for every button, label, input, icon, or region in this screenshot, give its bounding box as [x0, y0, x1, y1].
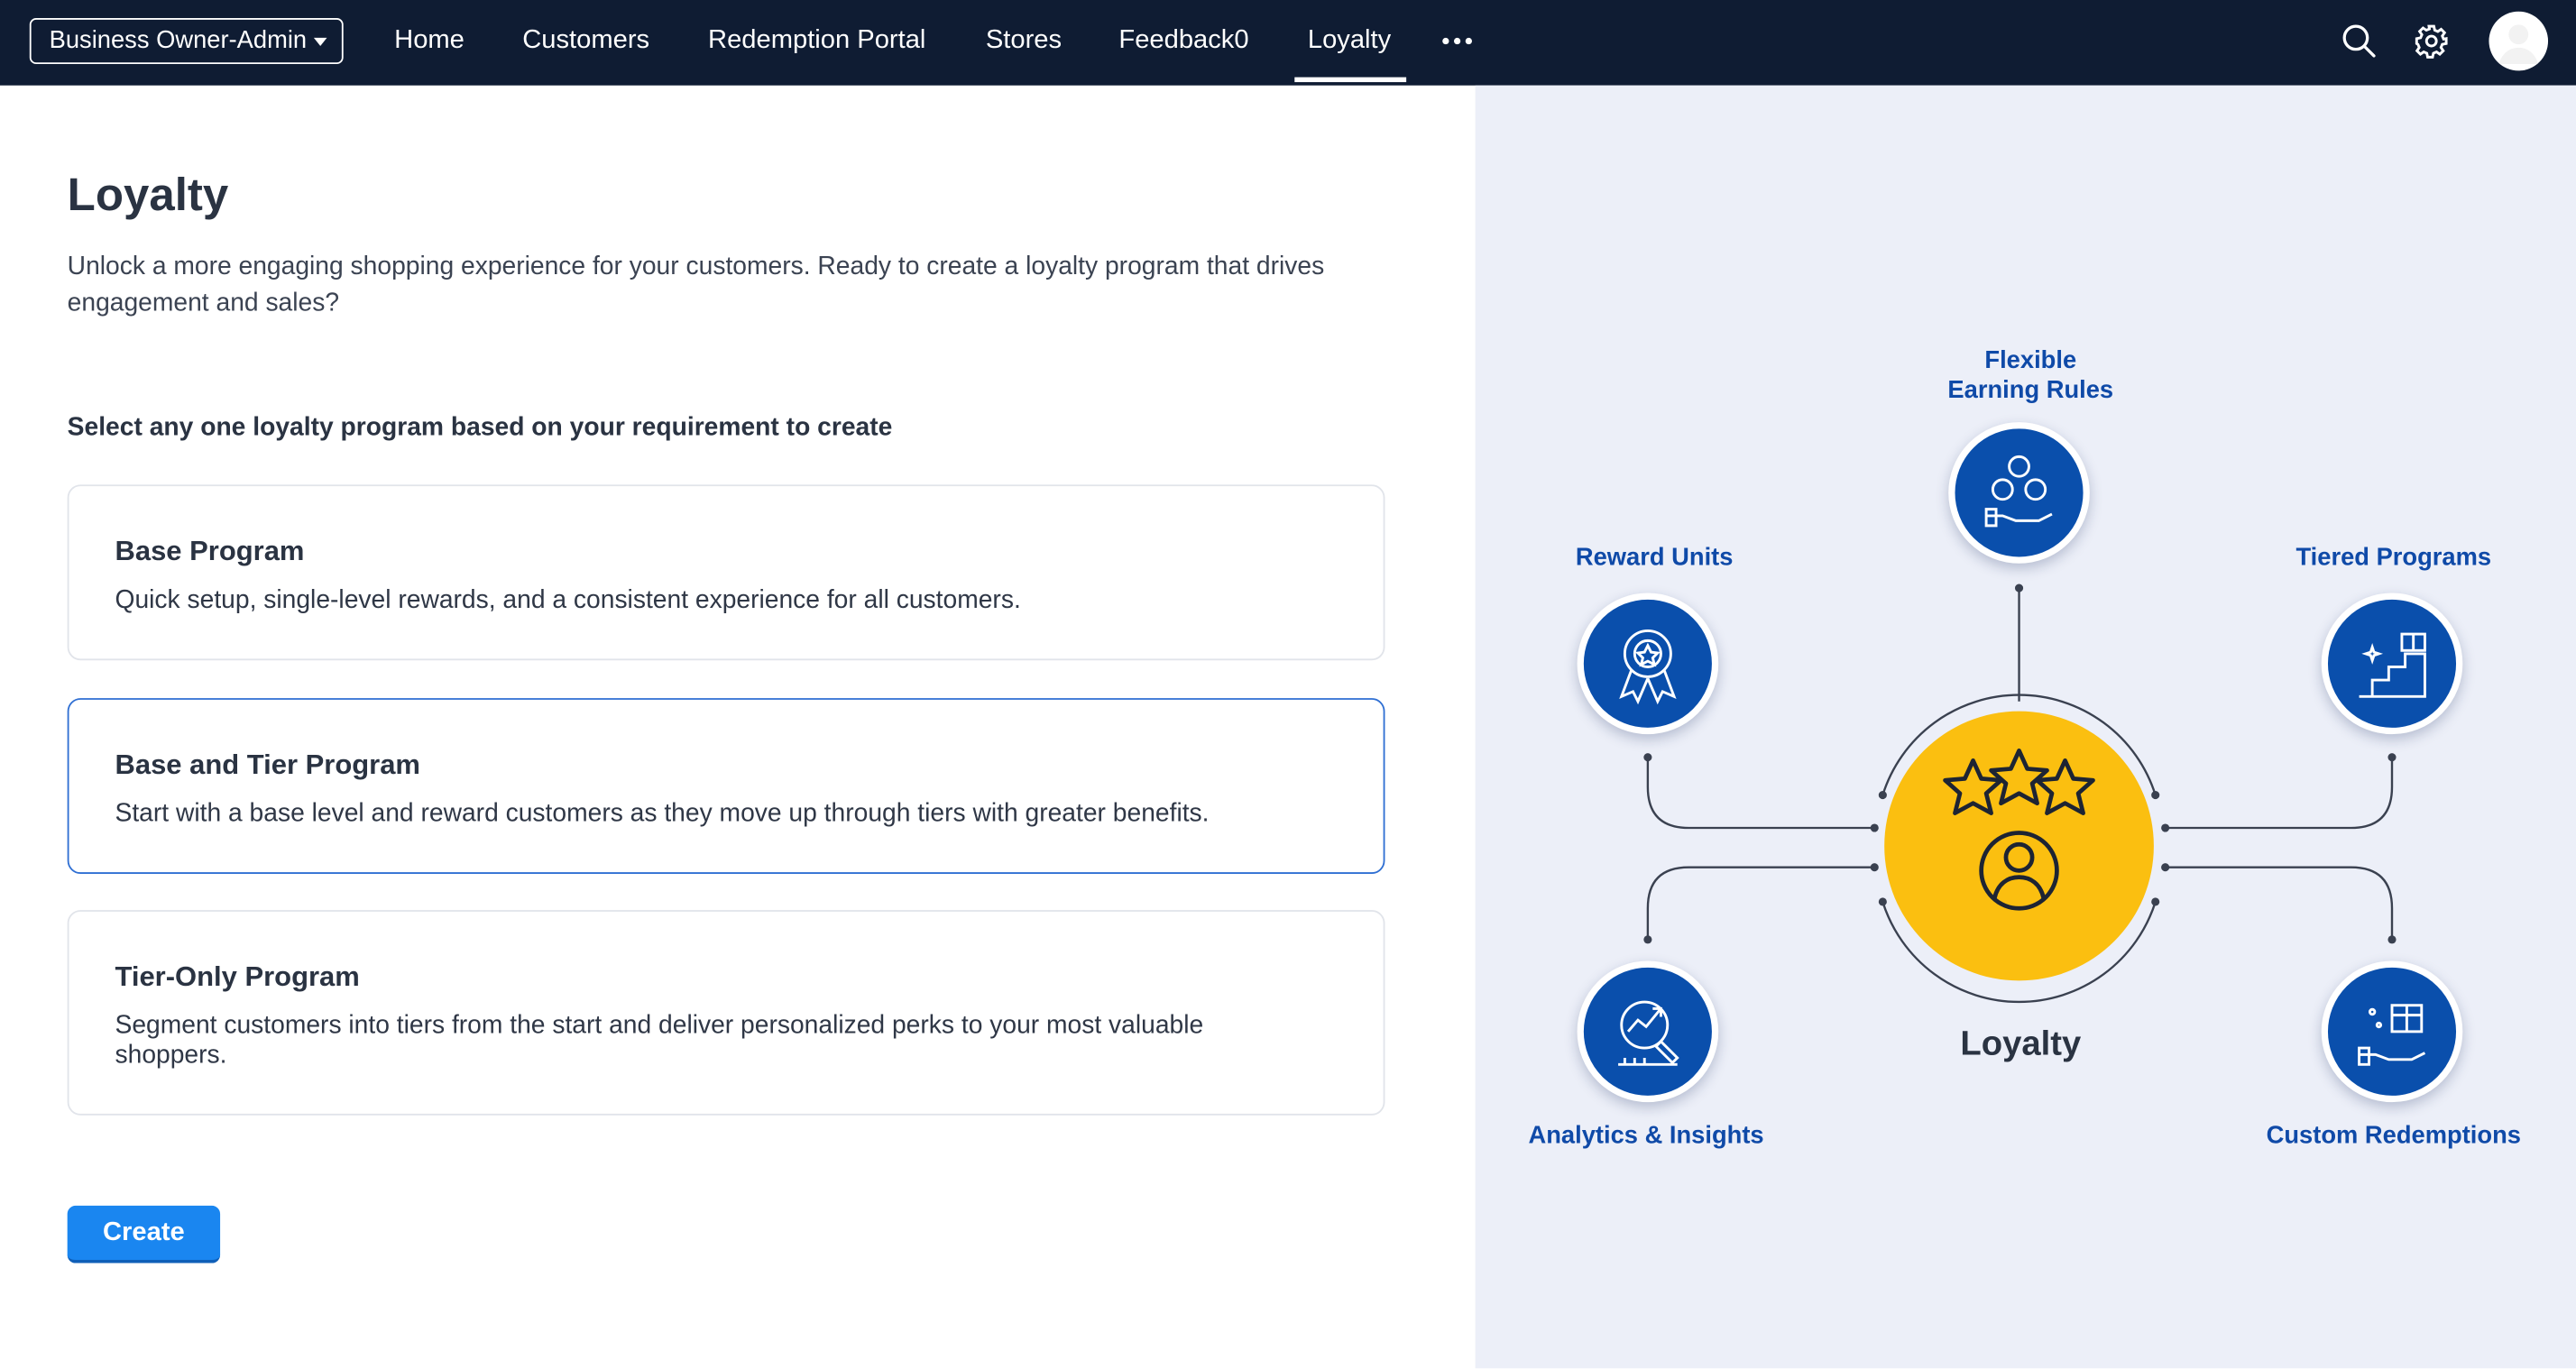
top-navigation-bar: Business Owner-Admin Home Customers Rede… — [0, 0, 2576, 86]
nav-stores[interactable]: Stores — [986, 0, 1062, 86]
user-silhouette-icon — [2498, 24, 2539, 65]
program-card-title: Tier-Only Program — [115, 960, 360, 993]
analytics-magnifier-icon — [1577, 960, 1719, 1103]
user-avatar[interactable] — [2489, 11, 2549, 71]
stars-person-icon — [1943, 749, 2095, 911]
center-loyalty-label: Loyalty — [1960, 1024, 2082, 1063]
program-card-description: Start with a base level and reward custo… — [115, 800, 1210, 829]
nav-customers[interactable]: Customers — [522, 0, 649, 86]
feature-label-tiered-programs: Tiered Programs — [2295, 543, 2492, 572]
gift-steps-icon — [2321, 593, 2463, 735]
feature-label-flexible-earning-rules: Flexible Earning Rules — [1947, 346, 2114, 405]
program-select-label: Select any one loyalty program based on … — [67, 414, 893, 442]
feature-label-analytics-insights: Analytics & Insights — [1528, 1122, 1764, 1151]
feature-label-reward-units: Reward Units — [1575, 543, 1734, 572]
more-horizontal-icon[interactable] — [1442, 37, 1473, 45]
program-card-title: Base and Tier Program — [115, 749, 420, 781]
caret-down-icon — [313, 37, 327, 47]
award-badge-icon — [1577, 593, 1719, 735]
page-description: Unlock a more engaging shopping experien… — [67, 253, 1325, 317]
gift-hand-icon — [2321, 960, 2463, 1103]
program-card-title: Base Program — [115, 535, 305, 567]
loyalty-center-circle — [1884, 711, 2154, 981]
coins-hand-icon — [1948, 422, 2090, 564]
program-card-description: Segment customers into tiers from the st… — [115, 1012, 1204, 1070]
program-card-description: Quick setup, single-level rewards, and a… — [115, 586, 1021, 615]
nav-loyalty[interactable]: Loyalty — [1294, 0, 1405, 86]
feature-label-custom-redemptions: Custom Redemptions — [2266, 1122, 2521, 1151]
nav-home[interactable]: Home — [394, 0, 465, 86]
program-card-tier-only[interactable]: Tier-Only Program Segment customers into… — [67, 910, 1385, 1116]
search-icon[interactable] — [2341, 23, 2378, 60]
page-title: Loyalty — [67, 169, 229, 221]
org-role-dropdown-label: Business Owner-Admin — [49, 26, 308, 55]
nav-redemption-portal[interactable]: Redemption Portal — [708, 0, 925, 86]
org-role-dropdown[interactable]: Business Owner-Admin — [29, 18, 344, 65]
program-card-base-and-tier[interactable]: Base and Tier Program Start with a base … — [67, 698, 1385, 875]
nav-feedback[interactable]: Feedback0 — [1118, 0, 1248, 86]
program-card-base[interactable]: Base Program Quick setup, single-level r… — [67, 484, 1385, 661]
gear-icon[interactable] — [2414, 23, 2450, 60]
create-button[interactable]: Create — [67, 1205, 221, 1263]
